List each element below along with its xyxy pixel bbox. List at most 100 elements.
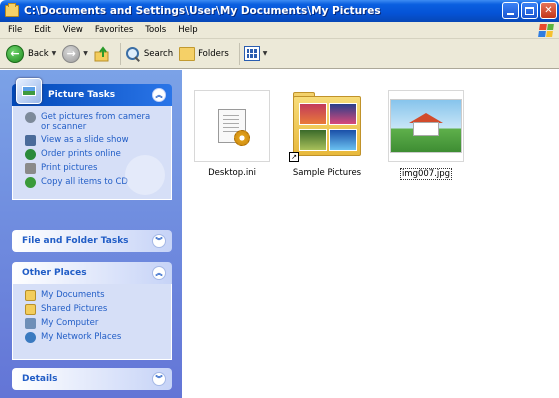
toolbar: ← Back ▼ → ▼ Search Folders ▼ bbox=[0, 39, 559, 69]
menu-edit[interactable]: Edit bbox=[34, 25, 50, 35]
file-folder-tasks-header[interactable]: File and Folder Tasks ︾ bbox=[12, 230, 172, 252]
forward-button[interactable]: → ▼ bbox=[62, 44, 88, 63]
picture-tasks-panel: Picture Tasks ︽ Get pictures from camera… bbox=[12, 78, 172, 200]
expand-chevron-icon[interactable]: ︾ bbox=[152, 234, 166, 248]
minimize-button[interactable] bbox=[502, 2, 519, 19]
menu-file[interactable]: File bbox=[8, 25, 22, 35]
menu-tools[interactable]: Tools bbox=[145, 25, 166, 35]
window-controls: ✕ bbox=[502, 2, 557, 19]
folder-thumbnail[interactable]: ↗ bbox=[289, 90, 365, 162]
views-button[interactable]: ▼ bbox=[243, 46, 268, 61]
file-view[interactable]: Desktop.ini ↗ Sample Pictures img007.jpg bbox=[182, 70, 559, 398]
slideshow-icon bbox=[25, 135, 36, 146]
search-button[interactable]: Search bbox=[125, 46, 173, 62]
forward-dropdown-icon[interactable]: ▼ bbox=[83, 50, 88, 57]
back-dropdown-icon[interactable]: ▼ bbox=[52, 50, 57, 57]
place-shared-pictures[interactable]: Shared Pictures bbox=[25, 304, 161, 315]
collapse-chevron-icon[interactable]: ︽ bbox=[152, 266, 166, 280]
house-image bbox=[390, 99, 462, 153]
folders-label: Folders bbox=[198, 48, 229, 59]
watermark-icon bbox=[125, 155, 165, 195]
file-name: Sample Pictures bbox=[292, 168, 362, 178]
menu-bar: File Edit View Favorites Tools Help bbox=[0, 22, 559, 39]
file-name: Desktop.ini bbox=[208, 168, 256, 178]
folder-icon bbox=[25, 290, 36, 301]
place-label: Shared Pictures bbox=[41, 304, 108, 314]
task-get-pictures[interactable]: Get pictures from camera or scanner bbox=[25, 112, 161, 132]
place-my-documents[interactable]: My Documents bbox=[25, 290, 161, 301]
file-item-desktop-ini[interactable]: Desktop.ini bbox=[194, 90, 270, 178]
up-folder-icon bbox=[94, 45, 109, 61]
house-body bbox=[413, 122, 439, 136]
task-pane: Picture Tasks ︽ Get pictures from camera… bbox=[0, 70, 182, 398]
task-label: Get pictures from camera or scanner bbox=[41, 112, 151, 132]
toolbar-separator bbox=[119, 42, 121, 65]
other-places-title: Other Places bbox=[22, 268, 87, 278]
sample-thumb-sunset bbox=[299, 103, 327, 125]
sample-thumb-dusk bbox=[329, 103, 357, 125]
sample-thumb-water bbox=[329, 129, 357, 151]
task-label: Copy all items to CD bbox=[41, 177, 128, 187]
minimize-icon bbox=[507, 12, 514, 15]
file-folder-tasks-title: File and Folder Tasks bbox=[22, 236, 129, 246]
picture-tasks-header[interactable]: Picture Tasks ︽ bbox=[12, 78, 172, 106]
maximize-icon bbox=[525, 6, 534, 15]
file-folder-tasks-panel: File and Folder Tasks ︾ bbox=[12, 230, 172, 252]
camera-icon bbox=[25, 112, 36, 123]
place-my-computer[interactable]: My Computer bbox=[25, 318, 161, 329]
other-places-header[interactable]: Other Places ︽ bbox=[12, 262, 172, 284]
back-button[interactable]: ← Back ▼ bbox=[6, 44, 57, 63]
search-icon bbox=[125, 46, 141, 62]
window-title: C:\Documents and Settings\User\My Docume… bbox=[24, 5, 381, 17]
task-label: Print pictures bbox=[41, 163, 98, 173]
back-arrow-icon: ← bbox=[6, 44, 24, 63]
shortcut-arrow-icon: ↗ bbox=[289, 152, 299, 162]
maximize-button[interactable] bbox=[521, 2, 538, 19]
folder-icon bbox=[5, 3, 19, 17]
title-bar[interactable]: C:\Documents and Settings\User\My Docume… bbox=[0, 0, 559, 22]
ini-file-icon bbox=[218, 109, 250, 146]
forward-arrow-icon: → bbox=[62, 44, 81, 63]
printer-icon bbox=[25, 163, 36, 174]
network-icon bbox=[25, 332, 36, 343]
close-button[interactable]: ✕ bbox=[540, 2, 557, 19]
views-icon bbox=[243, 46, 260, 61]
image-thumbnail[interactable] bbox=[388, 90, 464, 162]
place-label: My Network Places bbox=[41, 332, 122, 342]
close-icon: ✕ bbox=[544, 5, 553, 16]
picture-tasks-icon bbox=[16, 78, 42, 104]
expand-chevron-icon[interactable]: ︾ bbox=[152, 372, 166, 386]
up-folder-button[interactable] bbox=[94, 45, 110, 62]
shared-folder-icon bbox=[25, 304, 36, 315]
menu-favorites[interactable]: Favorites bbox=[95, 25, 133, 35]
task-label: Order prints online bbox=[41, 149, 121, 159]
menu-help[interactable]: Help bbox=[178, 25, 197, 35]
sample-thumb-flowers bbox=[299, 129, 327, 151]
windows-logo-icon bbox=[538, 24, 554, 37]
views-dropdown-icon[interactable]: ▼ bbox=[263, 50, 268, 57]
toolbar-separator bbox=[238, 42, 240, 65]
place-my-network-places[interactable]: My Network Places bbox=[25, 332, 161, 343]
details-title: Details bbox=[22, 374, 58, 384]
cd-icon bbox=[25, 177, 36, 188]
place-label: My Documents bbox=[41, 290, 105, 300]
back-label: Back bbox=[28, 48, 49, 59]
globe-icon bbox=[25, 149, 36, 160]
folders-button[interactable]: Folders bbox=[179, 46, 229, 61]
file-item-sample-pictures[interactable]: ↗ Sample Pictures bbox=[289, 90, 365, 178]
details-panel: Details ︾ bbox=[12, 368, 172, 390]
file-name: img007.jpg bbox=[399, 168, 453, 180]
task-label: View as a slide show bbox=[41, 135, 129, 145]
folder-shortcut-icon bbox=[293, 96, 361, 156]
menu-view[interactable]: View bbox=[63, 25, 83, 35]
details-header[interactable]: Details ︾ bbox=[12, 368, 172, 390]
collapse-chevron-icon[interactable]: ︽ bbox=[152, 88, 166, 102]
file-item-img007[interactable]: img007.jpg bbox=[388, 90, 464, 180]
file-thumbnail[interactable] bbox=[194, 90, 270, 162]
picture-tasks-body: Get pictures from camera or scanner View… bbox=[12, 106, 172, 200]
other-places-panel: Other Places ︽ My Documents Shared Pictu… bbox=[12, 262, 172, 360]
task-slide-show[interactable]: View as a slide show bbox=[25, 135, 161, 146]
folders-icon bbox=[179, 46, 196, 61]
gear-icon bbox=[234, 130, 250, 146]
place-label: My Computer bbox=[41, 318, 99, 328]
